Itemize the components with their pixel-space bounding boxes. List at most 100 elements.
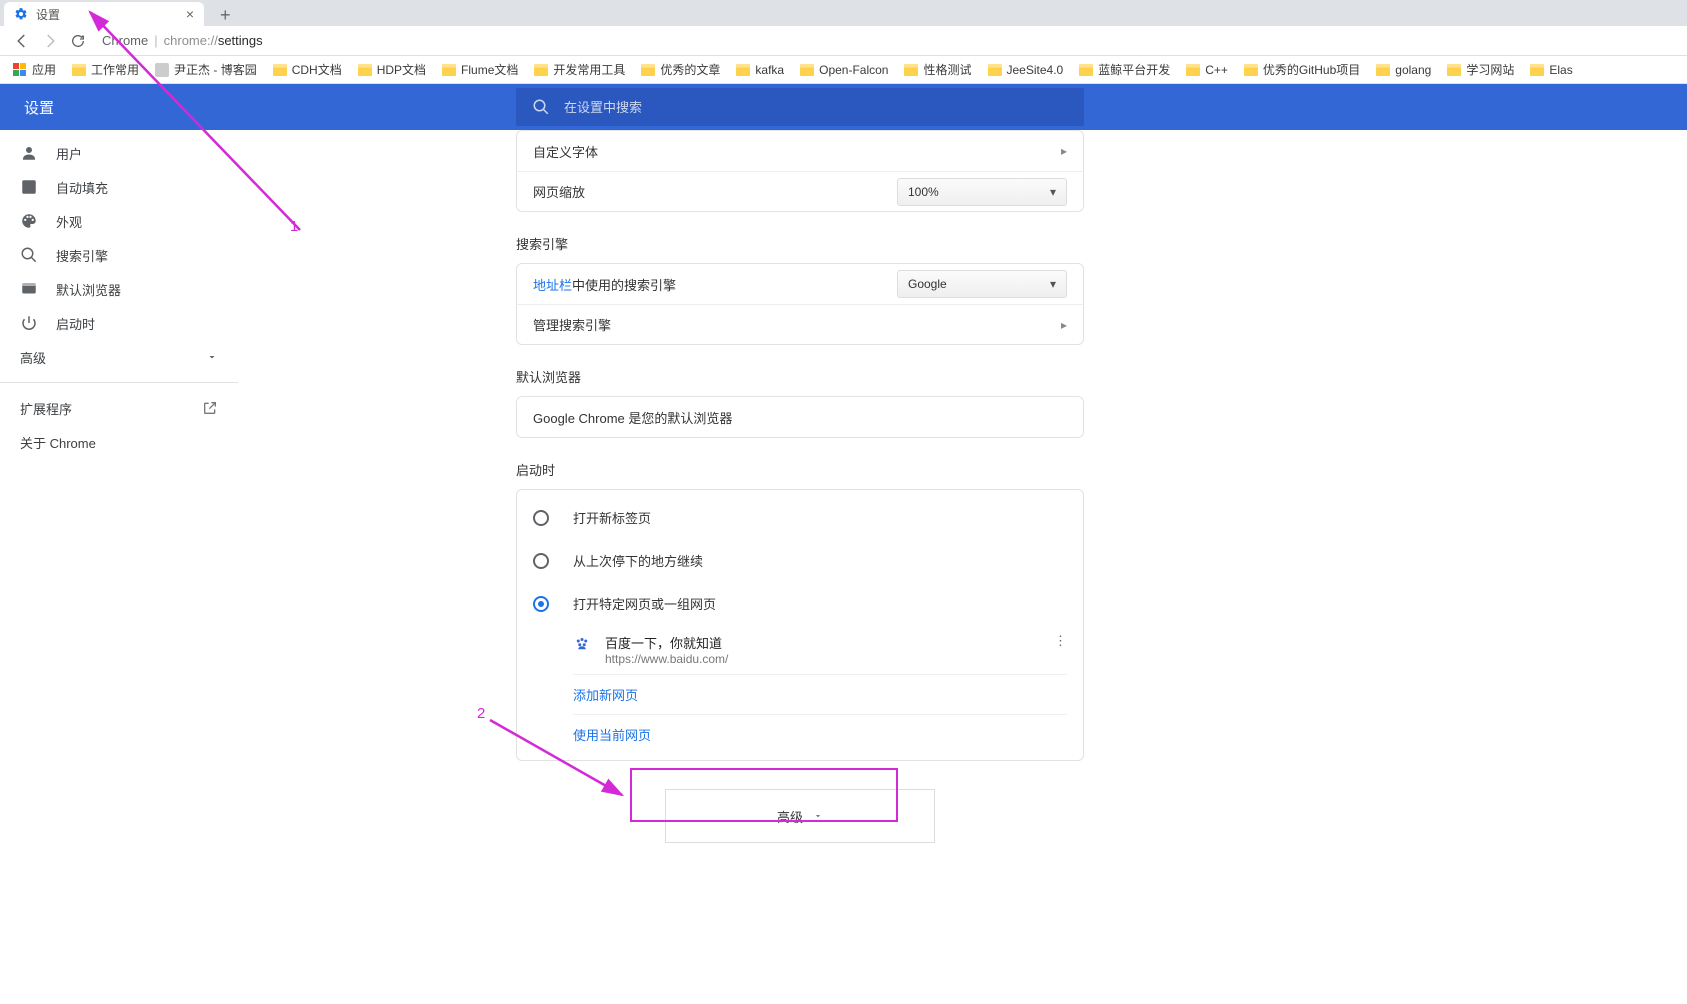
person-icon (20, 144, 38, 162)
default-search-engine-row: 地址栏中使用的搜索引擎 Google ▾ (517, 264, 1083, 304)
folder-icon (1376, 64, 1390, 76)
startup-option-continue[interactable]: 从上次停下的地方继续 (517, 539, 1083, 582)
sidebar-item-autofill[interactable]: 自动填充 (0, 170, 238, 204)
folder-icon (273, 64, 287, 76)
custom-fonts-row[interactable]: 自定义字体 ▸ (517, 131, 1083, 171)
sidebar-item-on-startup[interactable]: 启动时 (0, 306, 238, 340)
chevron-down-icon: ▾ (1050, 277, 1056, 291)
bookmark-item[interactable]: 性格测试 (899, 59, 976, 80)
bookmark-apps[interactable]: 应用 (8, 59, 61, 80)
close-icon[interactable]: × (186, 6, 194, 22)
bookmark-item[interactable]: 尹正杰 - 博客园 (150, 59, 262, 80)
address-scheme: chrome:// (164, 33, 218, 48)
startup-option-new-tab[interactable]: 打开新标签页 (517, 496, 1083, 539)
kebab-icon[interactable]: ⋮ (1054, 633, 1067, 649)
bookmark-item[interactable]: 开发常用工具 (529, 59, 630, 80)
radio-icon (533, 510, 549, 526)
bookmark-item[interactable]: C++ (1181, 61, 1233, 79)
folder-icon (1530, 64, 1544, 76)
folder-icon (800, 64, 814, 76)
bookmark-item[interactable]: 优秀的GitHub项目 (1239, 59, 1365, 80)
power-icon (20, 314, 38, 332)
page-zoom-row: 网页缩放 100% ▾ (517, 171, 1083, 211)
appearance-card: 自定义字体 ▸ 网页缩放 100% ▾ (516, 130, 1084, 212)
annotation-highlight-box (630, 768, 898, 822)
address-bar[interactable]: Chrome | chrome://settings (92, 29, 1679, 53)
favicon (155, 63, 169, 77)
bookmark-item[interactable]: 优秀的文章 (636, 59, 725, 80)
folder-icon (1244, 64, 1258, 76)
default-browser-card: Google Chrome 是您的默认浏览器 (516, 396, 1084, 438)
chevron-right-icon: ▸ (1061, 318, 1067, 332)
bookmark-item[interactable]: HDP文档 (353, 59, 431, 80)
sidebar-advanced[interactable]: 高级 (0, 340, 238, 374)
chevron-down-icon: ▾ (1050, 185, 1056, 199)
sidebar-extensions[interactable]: 扩展程序 (0, 391, 238, 425)
site-favicon (573, 635, 591, 653)
use-current-pages-button[interactable]: 使用当前网页 (517, 715, 1083, 754)
search-engine-section-title: 搜索引擎 (516, 234, 1687, 253)
default-browser-status: Google Chrome 是您的默认浏览器 (517, 397, 1083, 437)
page-zoom-dropdown[interactable]: 100% ▾ (897, 178, 1067, 206)
bookmark-item[interactable]: 学习网站 (1442, 59, 1519, 80)
sidebar-about-chrome[interactable]: 关于 Chrome (0, 425, 238, 459)
startup-page-url: https://www.baidu.com/ (605, 652, 728, 666)
bookmark-item[interactable]: kafka (731, 61, 789, 79)
search-icon (532, 98, 550, 116)
tab-settings[interactable]: 设置 × (4, 2, 204, 26)
startup-page-item: 百度一下，你就知道 https://www.baidu.com/ ⋮ (517, 625, 1083, 674)
folder-icon (534, 64, 548, 76)
bookmark-item[interactable]: 蓝鲸平台开发 (1074, 59, 1175, 80)
bookmark-item[interactable]: Elas (1525, 61, 1577, 79)
external-link-icon (202, 400, 218, 416)
address-path: settings (218, 33, 263, 48)
search-engine-dropdown[interactable]: Google ▾ (897, 270, 1067, 298)
tab-title: 设置 (36, 6, 60, 23)
reload-button[interactable] (64, 27, 92, 55)
search-input[interactable] (564, 100, 1068, 115)
annotation-label-1: 1 (290, 218, 298, 235)
manage-search-engines-row[interactable]: 管理搜索引擎 ▸ (517, 304, 1083, 344)
browser-toolbar: Chrome | chrome://settings (0, 26, 1687, 56)
bookmark-item[interactable]: 工作常用 (67, 59, 144, 80)
settings-header: 设置 (0, 84, 1687, 130)
new-tab-button[interactable]: + (214, 5, 237, 26)
settings-sidebar: 用户 自动填充 外观 搜索引擎 默认浏览器 启动时 高级 扩展程序 (0, 130, 238, 1004)
startup-option-specific-pages[interactable]: 打开特定网页或一组网页 (517, 582, 1083, 625)
sidebar-item-appearance[interactable]: 外观 (0, 204, 238, 238)
gear-icon (14, 7, 28, 21)
browser-tabstrip: 设置 × + (0, 0, 1687, 26)
on-startup-section-title: 启动时 (516, 460, 1687, 479)
folder-icon (1186, 64, 1200, 76)
folder-icon (72, 64, 86, 76)
bookmarks-bar: 应用 工作常用尹正杰 - 博客园CDH文档HDP文档Flume文档开发常用工具优… (0, 56, 1687, 84)
radio-icon (533, 596, 549, 612)
folder-icon (1447, 64, 1461, 76)
folder-icon (988, 64, 1002, 76)
browser-icon (20, 280, 38, 298)
settings-content: 自定义字体 ▸ 网页缩放 100% ▾ 搜索引擎 地址栏中使用的搜索引擎 Goo… (238, 130, 1687, 1004)
settings-search[interactable] (516, 88, 1084, 126)
bookmark-item[interactable]: JeeSite4.0 (983, 61, 1069, 79)
annotation-label-2: 2 (477, 705, 485, 722)
folder-icon (442, 64, 456, 76)
radio-icon (533, 553, 549, 569)
bookmark-item[interactable]: golang (1371, 61, 1436, 79)
sidebar-item-default-browser[interactable]: 默认浏览器 (0, 272, 238, 306)
add-new-page-button[interactable]: 添加新网页 (517, 675, 1083, 714)
forward-button[interactable] (36, 27, 64, 55)
bookmark-item[interactable]: Open-Falcon (795, 61, 893, 79)
search-icon (20, 246, 38, 264)
address-origin: Chrome (102, 33, 148, 48)
sidebar-item-users[interactable]: 用户 (0, 136, 238, 170)
chevron-right-icon: ▸ (1061, 144, 1067, 158)
chevron-down-icon (206, 351, 218, 363)
sidebar-item-search-engine[interactable]: 搜索引擎 (0, 238, 238, 272)
on-startup-card: 打开新标签页 从上次停下的地方继续 打开特定网页或一组网页 百度一下，你就知道 … (516, 489, 1084, 761)
folder-icon (641, 64, 655, 76)
apps-icon (13, 63, 27, 77)
bookmark-item[interactable]: CDH文档 (268, 59, 347, 80)
bookmark-item[interactable]: Flume文档 (437, 59, 523, 80)
folder-icon (904, 64, 918, 76)
back-button[interactable] (8, 27, 36, 55)
